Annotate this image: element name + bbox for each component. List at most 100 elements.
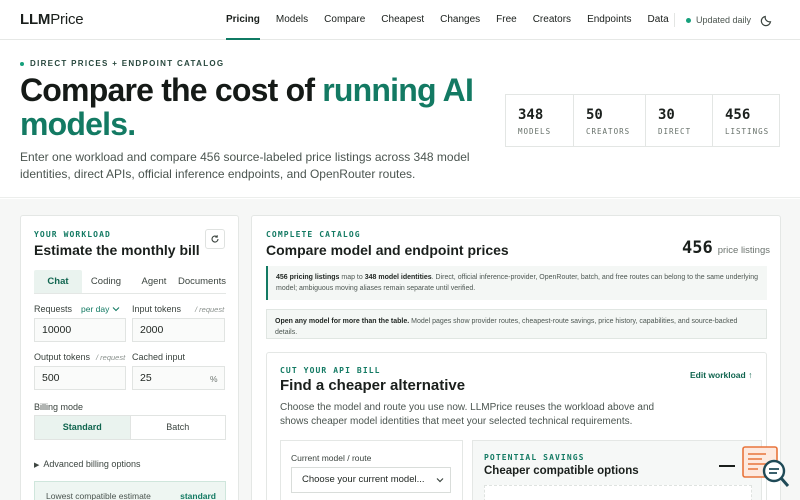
nav-link-creators[interactable]: Creators <box>533 0 571 40</box>
stat-value: 456 <box>725 107 751 123</box>
stat-label: CREATORS <box>586 127 631 136</box>
stat-value: 50 <box>586 107 603 123</box>
cheaper-alternative-panel: CUT YOUR API BILL Find a cheaper alterna… <box>266 352 767 500</box>
update-status-text: Updated daily <box>696 15 752 25</box>
potential-savings-box: POTENTIAL SAVINGS Cheaper compatible opt… <box>472 440 762 500</box>
output-tokens-hint: / request <box>96 353 126 362</box>
listings-count: 456 price listings <box>682 238 770 258</box>
chevron-down-icon <box>112 307 120 312</box>
billing-mode-label: Billing mode <box>34 402 84 412</box>
hero-eyebrow: DIRECT PRICES + ENDPOINT CATALOG <box>20 59 224 68</box>
stat-label: LISTINGS <box>725 127 770 136</box>
nav-link-compare[interactable]: Compare <box>324 0 365 40</box>
input-tokens-label: Input tokens <box>132 304 182 314</box>
cheaper-title: Find a cheaper alternative <box>280 377 466 394</box>
caret-right-icon: ▶ <box>34 462 40 469</box>
hero-title: Compare the cost of running AI models. <box>20 73 500 141</box>
stat-direct: 30 DIRECT <box>646 95 713 146</box>
hero-eyebrow-text: DIRECT PRICES + ENDPOINT CATALOG <box>30 59 225 68</box>
tab-documents[interactable]: Documents <box>178 270 226 293</box>
workload-title: Estimate the monthly bill <box>34 242 200 258</box>
moon-icon[interactable] <box>760 13 774 27</box>
current-model-label: Current model / route <box>291 453 372 463</box>
document-search-icon <box>742 446 790 487</box>
potential-savings-label: POTENTIAL SAVINGS <box>484 453 585 462</box>
workload-header: YOUR WORKLOAD Estimate the monthly bill <box>34 230 200 258</box>
nav-link-changes[interactable]: Changes <box>440 0 480 40</box>
requests-unit-text: per day <box>81 304 110 314</box>
nav-link-endpoints[interactable]: Endpoints <box>587 0 631 40</box>
lowest-estimate-mode: standard <box>180 491 216 500</box>
logo-part2: Price <box>50 11 84 28</box>
nav-link-cheapest[interactable]: Cheapest <box>381 0 424 40</box>
catalog-header: COMPLETE CATALOG Compare model and endpo… <box>266 230 509 258</box>
chevron-down-icon <box>436 478 444 483</box>
potential-savings-title: Cheaper compatible options <box>484 465 639 477</box>
stat-creators: 50 CREATORS <box>574 95 646 146</box>
cached-input-label: Cached input <box>132 352 186 362</box>
floating-search-widget[interactable] <box>742 445 790 493</box>
tab-chat[interactable]: Chat <box>34 270 82 293</box>
logo-part1: LLM <box>20 11 51 28</box>
cheaper-section-label: CUT YOUR API BILL <box>280 366 381 375</box>
note-heading: Open any model for more than the table. <box>275 318 410 325</box>
current-model-select[interactable]: Choose your current model... <box>291 467 451 493</box>
billing-batch-button[interactable]: Batch <box>129 416 226 439</box>
stat-models: 348 MODELS <box>506 95 574 146</box>
catalog-section-label: COMPLETE CATALOG <box>266 230 361 239</box>
catalog-mapping-note: 456 pricing listings map to 348 model id… <box>266 266 767 300</box>
workload-section-label: YOUR WORKLOAD <box>34 230 111 239</box>
collapse-dash-icon[interactable] <box>719 465 735 467</box>
output-tokens-label: Output tokens <box>34 352 91 362</box>
current-model-select-value: Choose your current model... <box>302 474 425 485</box>
hero: DIRECT PRICES + ENDPOINT CATALOG Compare… <box>0 41 800 198</box>
cheaper-description: Choose the model and route you use now. … <box>280 402 655 427</box>
requests-label: Requests <box>34 304 73 314</box>
tab-coding[interactable]: Coding <box>82 270 130 293</box>
stat-label: DIRECT <box>658 127 692 136</box>
stats-panel: 348 MODELS 50 CREATORS 30 DIRECT 456 LISTING… <box>505 94 780 147</box>
note-listings: 456 pricing listings <box>276 274 340 281</box>
nav-divider <box>674 13 675 27</box>
catalog-card: COMPLETE CATALOG Compare model and endpo… <box>251 215 781 500</box>
advanced-billing-text: Advanced billing options <box>43 459 141 469</box>
status-dot-icon <box>686 17 691 23</box>
catalog-title: Compare model and endpoint prices <box>266 242 509 258</box>
stat-label: MODELS <box>518 127 552 136</box>
advanced-billing-toggle[interactable]: ▶ Advanced billing options <box>34 459 140 469</box>
savings-results-area <box>484 485 752 500</box>
nav-link-models[interactable]: Models <box>276 0 308 40</box>
input-tokens-input[interactable]: 2000 <box>132 318 225 342</box>
requests-unit-select[interactable]: per day <box>81 304 120 314</box>
update-status: Updated daily <box>686 15 751 25</box>
nav-link-free[interactable]: Free <box>496 0 517 40</box>
hero-description: Enter one workload and compare 456 sourc… <box>20 150 470 181</box>
note-text: map to <box>339 274 365 281</box>
billing-standard-button[interactable]: Standard <box>35 416 130 439</box>
nav-link-pricing[interactable]: Pricing <box>226 0 260 40</box>
reset-workload-button[interactable] <box>205 229 225 249</box>
nav-link-data[interactable]: Data <box>648 0 669 40</box>
input-tokens-hint: / request <box>195 305 225 314</box>
workload-tabs: Chat Coding Agent Documents <box>34 270 226 294</box>
requests-input[interactable]: 10000 <box>34 318 126 342</box>
lowest-estimate-panel: Lowest compatible estimate standard <box>34 481 226 500</box>
stat-value: 348 <box>518 107 544 123</box>
top-nav: LLMPrice Pricing Models Compare Cheapest… <box>0 0 800 40</box>
listings-count-label: price listings <box>717 245 770 256</box>
current-model-box: Current model / route Choose your curren… <box>280 440 463 500</box>
cached-input-unit: % <box>210 374 218 384</box>
eyebrow-dot-icon <box>20 61 24 66</box>
model-pages-note: Open any model for more than the table. … <box>266 309 767 339</box>
logo[interactable]: LLMPrice <box>20 11 84 28</box>
note-identities: 348 model identities <box>364 274 432 281</box>
refresh-icon <box>211 235 219 243</box>
hero-title-plain: Compare the cost of <box>20 72 323 108</box>
tab-agent[interactable]: Agent <box>130 270 178 293</box>
edit-workload-link[interactable]: Edit workload ↑ <box>690 370 752 380</box>
output-tokens-input[interactable]: 500 <box>34 366 126 390</box>
billing-mode-toggle: Standard Batch <box>34 415 226 440</box>
nav-links: Pricing Models Compare Cheapest Changes … <box>226 0 685 40</box>
stat-value: 30 <box>658 107 675 123</box>
listings-count-value: 456 <box>682 238 713 258</box>
